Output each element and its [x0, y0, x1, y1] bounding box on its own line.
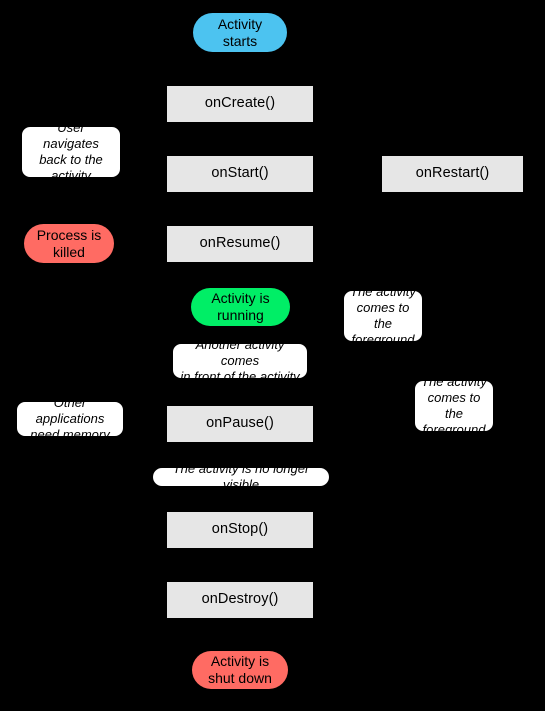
method-box-on-create: onCreate(): [167, 86, 313, 122]
activity-lifecycle-diagram: Activity starts onCreate() User navigate…: [0, 0, 545, 711]
method-box-on-destroy-label: onDestroy(): [201, 591, 279, 608]
method-box-on-destroy: onDestroy(): [167, 582, 313, 618]
callout-no-longer-visible-label: The activity is no longer visible: [172, 461, 310, 492]
state-process-killed-label: Process is killed: [36, 226, 102, 260]
method-box-on-create-label: onCreate(): [204, 95, 276, 112]
callout-another-activity-in-front-label: Another activity comes in front of the a…: [180, 337, 300, 384]
state-activity-running-label: Activity is running: [211, 290, 270, 323]
callout-foreground-from-resume: The activity comes to the foreground: [343, 284, 423, 347]
callout-no-longer-visible: The activity is no longer visible: [152, 461, 330, 492]
method-box-on-pause: onPause(): [167, 406, 313, 442]
method-box-on-resume-label: onResume(): [199, 235, 281, 252]
method-box-on-stop: onStop(): [167, 512, 313, 548]
callout-user-navigates-back: User navigates back to the activity: [21, 120, 121, 183]
method-box-on-start: onStart(): [167, 156, 313, 192]
state-activity-starts-label: Activity starts: [217, 15, 263, 49]
method-box-on-restart: onRestart(): [382, 156, 523, 192]
method-box-on-stop-label: onStop(): [211, 521, 269, 538]
state-activity-starts: Activity starts: [193, 13, 287, 52]
callout-other-apps-need-memory-label: Other applications need memory: [30, 395, 110, 442]
callout-other-apps-need-memory: Other applications need memory: [16, 395, 124, 442]
callout-foreground-from-restart-label: The activity comes to the foreground: [421, 374, 487, 437]
state-activity-shut-down: Activity is shut down: [192, 651, 288, 689]
callout-another-activity-in-front: Another activity comes in front of the a…: [172, 337, 308, 384]
callout-user-navigates-back-label: User navigates back to the activity: [39, 120, 103, 183]
method-box-on-resume: onResume(): [167, 226, 313, 262]
callout-foreground-from-resume-label: The activity comes to the foreground: [350, 284, 416, 347]
state-activity-shut-down-label: Activity is shut down: [208, 653, 272, 686]
callout-foreground-from-restart: The activity comes to the foreground: [414, 374, 494, 437]
method-box-on-restart-label: onRestart(): [415, 165, 490, 182]
method-box-on-start-label: onStart(): [211, 165, 269, 182]
state-process-killed: Process is killed: [24, 224, 114, 263]
method-box-on-pause-label: onPause(): [206, 415, 274, 432]
state-activity-running: Activity is running: [191, 288, 290, 326]
